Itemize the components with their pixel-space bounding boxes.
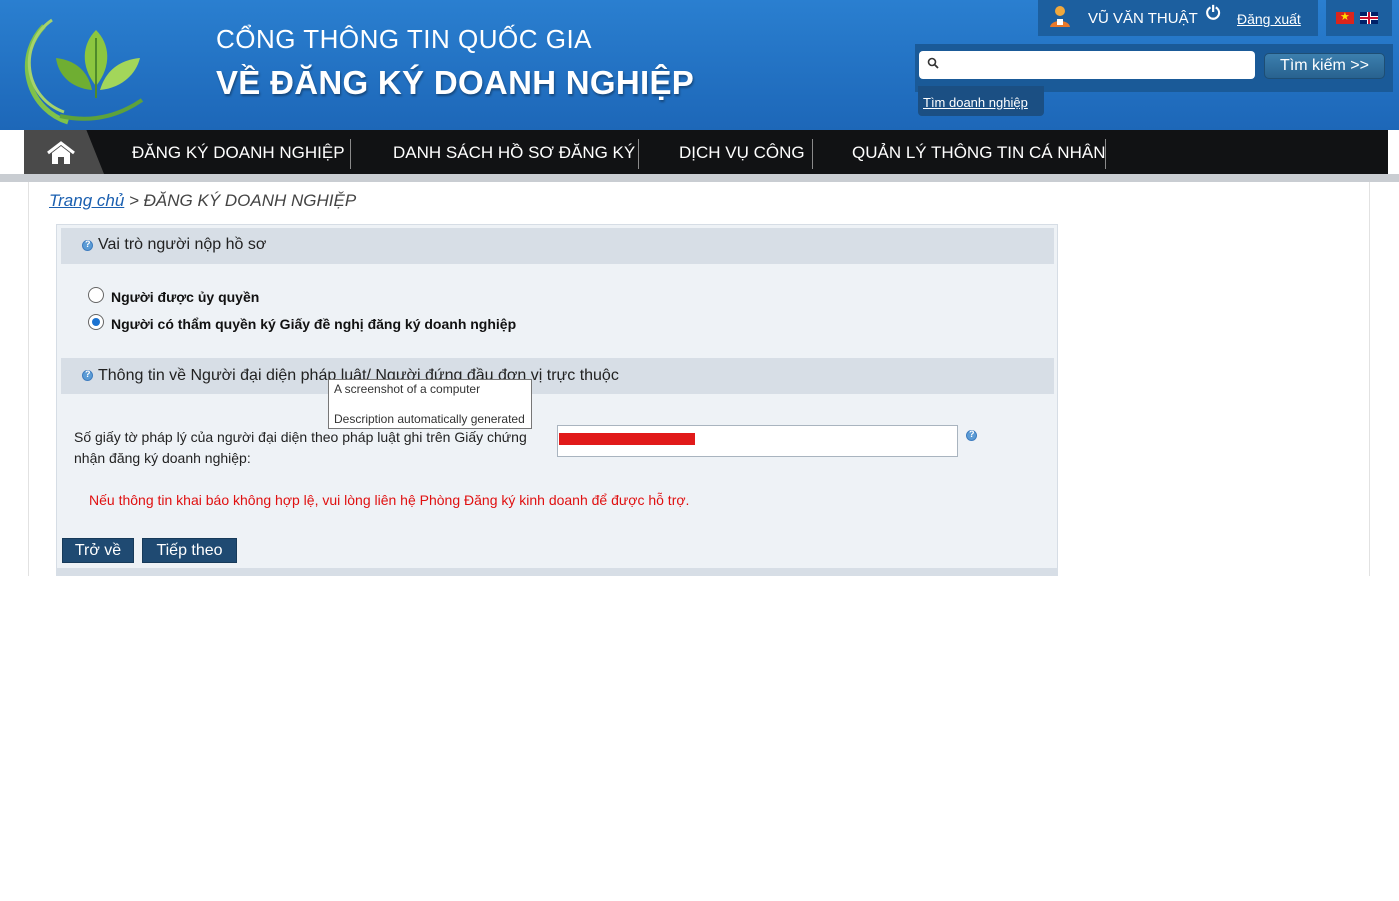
info-icon	[82, 239, 93, 251]
breadcrumb-current: ĐĂNG KÝ DOANH NGHIỆP	[143, 191, 357, 210]
tooltip-line1: A screenshot of a computer	[334, 382, 481, 396]
registration-form	[56, 224, 1058, 576]
radio-label-authorized-person[interactable]: Người được ủy quyền	[111, 289, 259, 305]
search-icon	[927, 57, 939, 69]
help-icon[interactable]	[966, 429, 977, 441]
nav-item-danh-sach-ho-so[interactable]: DANH SÁCH HỒ SƠ ĐĂNG KÝ	[393, 143, 635, 163]
vietnam-flag-icon[interactable]: ★	[1336, 11, 1354, 24]
power-icon[interactable]: ⏻	[1206, 3, 1220, 24]
breadcrumb-home-link[interactable]: Trang chủ	[49, 191, 124, 210]
find-business-link[interactable]: Tìm doanh nghiệp	[923, 95, 1028, 110]
nav-separator	[812, 139, 813, 169]
nav-separator	[1105, 139, 1106, 169]
language-bar: ★	[1326, 0, 1392, 36]
back-button[interactable]: Trở về	[62, 538, 134, 563]
uk-flag-icon[interactable]	[1360, 12, 1378, 24]
image-alt-tooltip: A screenshot of a computer Description a…	[328, 379, 532, 429]
radio-authorized-person[interactable]	[88, 287, 104, 303]
radio-label-competent-signer[interactable]: Người có thẩm quyền ký Giấy đề nghị đăng…	[111, 316, 516, 332]
form-footer-bar	[56, 568, 1058, 576]
search-button[interactable]: Tìm kiếm >>	[1264, 53, 1385, 79]
warning-message: Nếu thông tin khai báo không hợp lệ, vui…	[89, 492, 690, 508]
nav-separator	[638, 139, 639, 169]
nav-item-dich-vu-cong[interactable]: DỊCH VỤ CÔNG	[679, 143, 805, 163]
tooltip-line2: Description automatically generated	[334, 412, 525, 426]
site-logo[interactable]	[24, 8, 154, 126]
user-bar: VŨ VĂN THUẬT ⏻ Đăng xuất	[1038, 0, 1318, 36]
site-title-line2: VỀ ĐĂNG KÝ DOANH NGHIỆP	[216, 64, 695, 101]
nav-underline	[0, 174, 1399, 182]
breadcrumb-separator: >	[124, 191, 144, 210]
logout-link[interactable]: Đăng xuất	[1237, 11, 1301, 27]
site-title-line1: CỔNG THÔNG TIN QUỐC GIA	[216, 24, 593, 54]
next-button[interactable]: Tiếp theo	[142, 538, 237, 563]
user-name[interactable]: VŨ VĂN THUẬT	[1088, 10, 1198, 27]
nav-item-quan-ly-thong-tin[interactable]: QUẢN LÝ THÔNG TIN CÁ NHÂN	[852, 143, 1105, 163]
nav-separator	[350, 139, 351, 169]
id-number-label: Số giấy tờ pháp lý của người đại diện th…	[74, 429, 527, 466]
user-icon	[1050, 6, 1070, 27]
section-title-role: Vai trò người nộp hồ sơ	[98, 236, 267, 253]
breadcrumb: Trang chủ > ĐĂNG KÝ DOANH NGHIỆP	[49, 191, 356, 211]
redacted-value	[559, 433, 695, 445]
radio-competent-signer[interactable]	[88, 314, 104, 330]
search-input[interactable]	[919, 51, 1255, 79]
info-icon	[82, 369, 93, 381]
nav-item-dang-ky-doanh-nghiep[interactable]: ĐĂNG KÝ DOANH NGHIỆP	[132, 143, 345, 163]
home-icon[interactable]	[46, 141, 76, 165]
